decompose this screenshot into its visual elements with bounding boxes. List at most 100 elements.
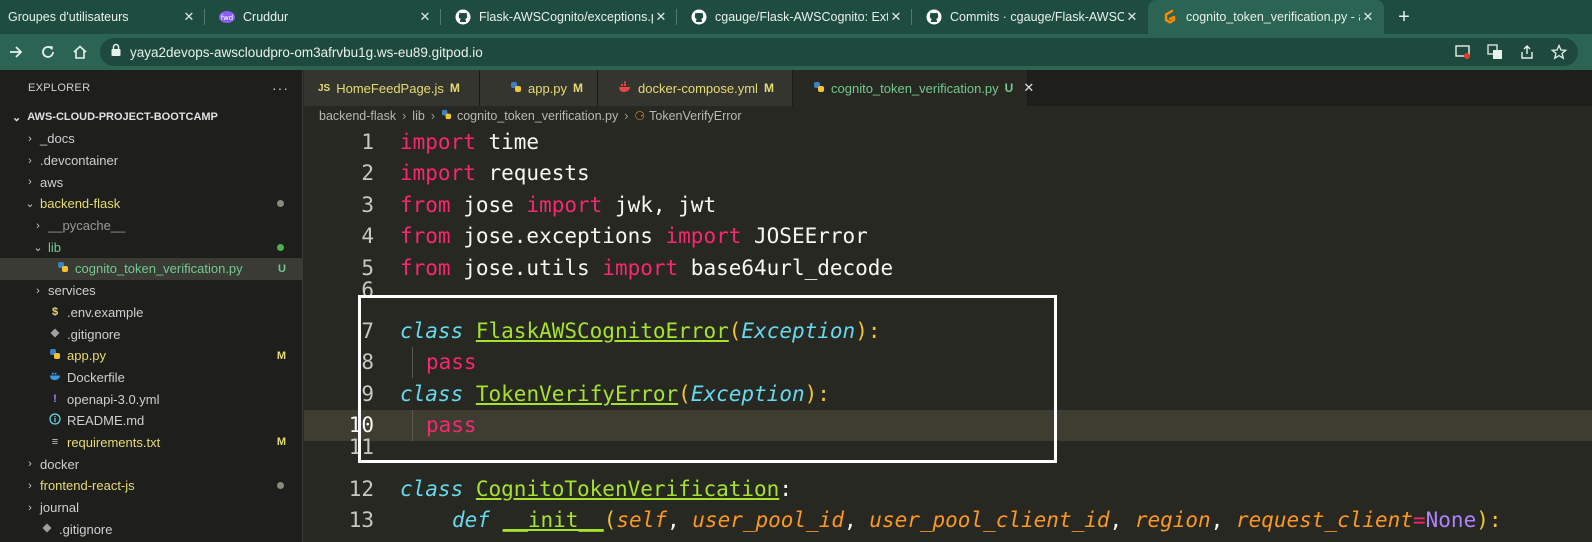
line-number: 13	[348, 508, 374, 533]
token: base64url_decode	[678, 255, 894, 280]
explorer-item-label: Dockerfile	[67, 369, 125, 385]
new-tab-button[interactable]: +	[1384, 0, 1424, 34]
indent-guide	[412, 410, 413, 441]
home-icon[interactable]	[64, 36, 96, 68]
explorer-item-label: requirements.txt	[67, 434, 161, 450]
explorer-item[interactable]: ≡ requirements.txt M	[0, 432, 302, 454]
modified-dot-icon	[277, 243, 284, 251]
explorer-item-label: docker	[40, 456, 80, 472]
explorer-item[interactable]: › aws	[0, 171, 302, 193]
forward-arrow-icon[interactable]	[0, 36, 32, 68]
explorer-item[interactable]: ⌄ backend-flask	[0, 193, 302, 215]
tab-docker-compose[interactable]: docker-compose.yml M	[598, 70, 793, 106]
chevron-right-icon: ›	[36, 219, 40, 232]
explorer-item[interactable]: › .devcontainer	[0, 150, 302, 172]
more-actions-icon[interactable]: ···	[272, 80, 289, 96]
browser-tab-cruddur[interactable]: fwd Cruddur ✕	[205, 0, 441, 34]
close-icon[interactable]: ✕	[888, 9, 904, 25]
close-icon[interactable]: ✕	[181, 9, 197, 25]
explorer-item[interactable]: › _docs	[0, 128, 302, 150]
line-number: 3	[361, 192, 374, 217]
browser-tab-exceptions[interactable]: Flask-AWSCognito/exceptions.py ✕	[441, 0, 677, 34]
explorer-item[interactable]: Dockerfile	[0, 367, 302, 389]
translate-icon[interactable]	[1486, 43, 1504, 61]
tab-homefeedpage[interactable]: JS HomeFeedPage.js M	[304, 70, 480, 106]
close-icon[interactable]: ✕	[1360, 9, 1376, 25]
explorer-item[interactable]: .gitignore	[0, 323, 302, 345]
close-icon[interactable]: ✕	[417, 9, 433, 25]
git-status-badge: U	[278, 262, 286, 275]
token: class	[400, 318, 464, 343]
explorer-item[interactable]: ! openapi-3.0.yml	[0, 388, 302, 410]
chevron-right-icon: ›	[28, 176, 32, 189]
token: from	[400, 255, 451, 280]
explorer-item-label: journal	[40, 500, 80, 516]
token: ,	[1210, 508, 1236, 533]
code-line: 8 pass	[304, 347, 1592, 379]
explorer-item[interactable]: › frontend-react-js	[0, 475, 302, 497]
breadcrumb-item[interactable]: TokenVerifyError	[649, 109, 741, 123]
code-line: 7 class FlaskAWSCognitoError(Exception):	[304, 315, 1592, 347]
browser-tab-groupes[interactable]: Groupes d'utilisateurs ✕	[0, 0, 205, 34]
tab-app-py[interactable]: app.py M	[480, 70, 598, 106]
token: request_client	[1235, 508, 1413, 533]
browser-tab-strip: Groupes d'utilisateurs ✕ fwd Cruddur ✕ F…	[0, 0, 1592, 34]
browser-tab-title: cognito_token_verification.py - aw	[1186, 10, 1360, 24]
explorer-item-label: _docs	[40, 131, 75, 147]
tab-label: HomeFeedPage.js	[336, 80, 444, 96]
address-bar[interactable]: yaya2devops-awscloudpro-om3afrvbu1g.ws-e…	[100, 38, 1578, 66]
explorer-item[interactable]: › journal	[0, 497, 302, 519]
blocked-popup-icon[interactable]	[1454, 43, 1472, 61]
code-line-current: 10 pass	[304, 409, 1592, 441]
breadcrumb-item[interactable]: cognito_token_verification.py	[457, 109, 618, 123]
close-icon[interactable]: ✕	[1023, 80, 1034, 96]
star-icon[interactable]	[1550, 43, 1568, 61]
git-status-badge: M	[276, 349, 286, 362]
explorer-item-label: __pycache__	[48, 218, 126, 234]
browser-tab-title: Commits · cgauge/Flask-AWSCog	[950, 10, 1124, 24]
explorer-item[interactable]: › docker	[0, 453, 302, 475]
explorer-item[interactable]: .gitignore	[0, 518, 302, 540]
browser-tab-title: Cruddur	[243, 10, 289, 24]
breadcrumb-item[interactable]: lib	[412, 109, 425, 123]
code-line: 9 class TokenVerifyError(Exception):	[304, 378, 1592, 410]
token: Exception	[690, 381, 805, 406]
close-icon[interactable]: ✕	[1124, 9, 1140, 25]
explorer-title: EXPLORER	[28, 82, 91, 94]
explorer-item[interactable]: README.md	[0, 410, 302, 432]
browser-tab-title: Flask-AWSCognito/exceptions.py	[479, 10, 653, 24]
explorer-item[interactable]: › services	[0, 280, 302, 302]
code-editor[interactable]: 1 import time 2 import requests 3 from jose…	[304, 126, 1592, 542]
close-icon[interactable]: ✕	[653, 9, 669, 25]
explorer-item[interactable]: app.py M	[0, 345, 302, 367]
line-number: 12	[348, 476, 374, 501]
explorer-item[interactable]: cognito_token_verification.py U	[0, 258, 302, 280]
explorer-item-label: openapi-3.0.yml	[67, 391, 160, 407]
tab-status: M	[573, 81, 584, 95]
token: (	[728, 318, 742, 343]
breadcrumb-item[interactable]: backend-flask	[319, 109, 396, 123]
token: None	[1425, 508, 1477, 533]
project-root[interactable]: ⌄ AWS-CLOUD-PROJECT-BOOTCAMP	[0, 106, 302, 128]
env-icon: $	[51, 306, 59, 319]
explorer-item[interactable]: $ .env.example	[0, 302, 302, 324]
explorer-item-label: app.py	[67, 348, 107, 364]
lock-icon[interactable]	[110, 43, 122, 62]
line-number: 10	[348, 413, 374, 438]
browser-tab-gitpod-active[interactable]: cognito_token_verification.py - aw ✕	[1148, 0, 1384, 34]
token: import	[602, 255, 679, 280]
explorer-item-label: aws	[40, 174, 64, 190]
browser-tab-commits[interactable]: Commits · cgauge/Flask-AWSCog ✕	[912, 0, 1148, 34]
explorer-item-label: .devcontainer	[40, 153, 119, 169]
explorer-item[interactable]: ⌄ lib	[0, 236, 302, 258]
browser-tab-repo[interactable]: cgauge/Flask-AWSCognito: Exten ✕	[677, 0, 912, 34]
explorer-item[interactable]: › __pycache__	[0, 215, 302, 237]
url-text[interactable]: yaya2devops-awscloudpro-om3afrvbu1g.ws-e…	[130, 45, 483, 60]
explorer-item-label: lib	[48, 239, 62, 255]
docker-icon	[618, 81, 632, 96]
tab-cognito-token-verification[interactable]: cognito_token_verification.py U ✕	[793, 70, 1034, 106]
explorer-item-label: frontend-react-js	[40, 478, 135, 494]
reload-icon[interactable]	[32, 36, 64, 68]
token: jose.utils	[450, 255, 603, 280]
share-icon[interactable]	[1518, 43, 1536, 61]
